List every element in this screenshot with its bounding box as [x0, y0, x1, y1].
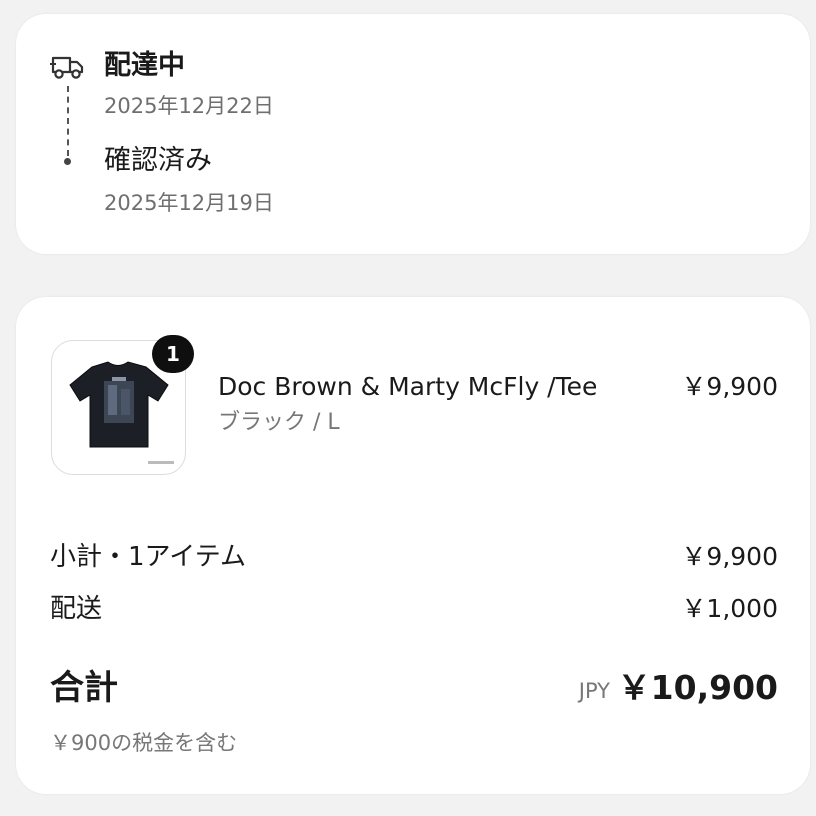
- currency-code: JPY: [578, 679, 610, 703]
- shipping-label: 配送: [50, 594, 103, 624]
- shipping-value: ￥1,000: [681, 594, 778, 623]
- product-price: ￥9,900: [681, 372, 778, 401]
- current-status-date: 2025年12月22日: [104, 94, 274, 118]
- quantity-badge: 1: [152, 335, 194, 373]
- previous-status-date: 2025年12月19日: [104, 191, 274, 215]
- timeline-connector: [67, 86, 69, 156]
- product-variant: ブラック / L: [218, 410, 340, 435]
- delivery-truck-icon: [50, 52, 86, 82]
- current-status-label: 配達中: [104, 50, 185, 81]
- order-summary-card: 1 Doc Brown & Marty McFly /Tee ブラック / L …: [16, 297, 810, 794]
- tax-note: ￥900の税金を含む: [50, 731, 238, 755]
- delivery-status-card: 配達中 2025年12月22日 確認済み 2025年12月19日: [16, 14, 810, 254]
- subtotal-label: 小計・1アイテム: [50, 542, 246, 572]
- timeline-dot: [64, 158, 71, 165]
- subtotal-value: ￥9,900: [681, 542, 778, 571]
- product-name[interactable]: Doc Brown & Marty McFly /Tee: [218, 370, 597, 404]
- total-label: 合計: [50, 668, 118, 708]
- previous-status-label: 確認済み: [104, 145, 212, 176]
- total-value: ￥10,900: [617, 668, 778, 707]
